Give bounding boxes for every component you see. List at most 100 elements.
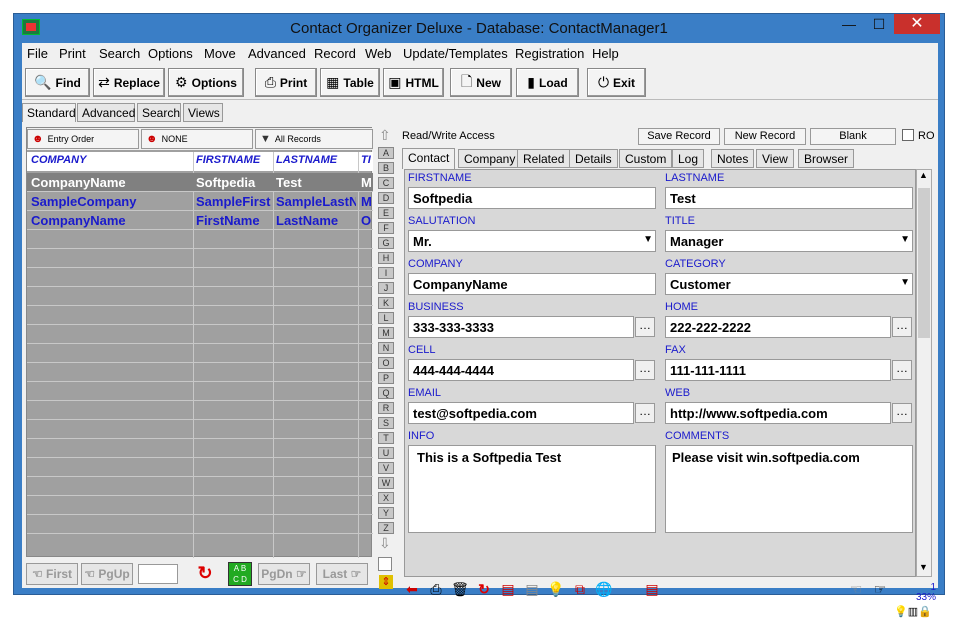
menu-registration[interactable]: Registration	[515, 46, 584, 61]
tab-search[interactable]: Search	[137, 103, 181, 122]
salutation-select[interactable]: Mr. ▼	[408, 230, 656, 252]
options-button[interactable]: ⚙ Options	[168, 68, 244, 97]
alpha-letter-o[interactable]: O	[378, 357, 394, 369]
menu-options[interactable]: Options	[148, 46, 193, 61]
hand-left-icon[interactable]: ☜	[846, 581, 866, 601]
minimize-button[interactable]: —	[834, 14, 864, 34]
menu-update-templates[interactable]: Update/Templates	[403, 46, 508, 61]
tab-standard[interactable]: Standard	[22, 103, 76, 122]
load-button[interactable]: ▮ Load	[516, 68, 579, 97]
alpha-letter-u[interactable]: U	[378, 447, 394, 459]
menu-web[interactable]: Web	[365, 46, 392, 61]
abc-index-icon[interactable]: A BC D	[228, 562, 252, 586]
trash-icon[interactable]: 🗑	[450, 581, 470, 601]
table-row[interactable]: CompanyName FirstName LastName O	[27, 211, 373, 230]
new-button[interactable]: 🗋 New	[450, 68, 512, 97]
scroll-up-arrow-icon[interactable]: ⇧	[379, 127, 391, 144]
menu-help[interactable]: Help	[592, 46, 619, 61]
column-header-company[interactable]: COMPANY	[31, 154, 86, 166]
fax-ellipsis-button[interactable]: …	[892, 360, 912, 380]
column-header-firstname[interactable]: FIRSTNAME	[196, 154, 260, 166]
alpha-letter-g[interactable]: G	[378, 237, 394, 249]
alpha-letter-x[interactable]: X	[378, 492, 394, 504]
alpha-letter-m[interactable]: M	[378, 327, 394, 339]
alpha-letter-k[interactable]: K	[378, 297, 394, 309]
filter-all-records-button[interactable]: ▼ All Records	[255, 129, 373, 149]
close-button[interactable]: ✕	[894, 14, 940, 34]
scroll-up-icon[interactable]: ▲	[919, 170, 928, 180]
export-icon[interactable]: ▤	[642, 581, 662, 601]
scroll-down-arrow-icon[interactable]: ⇩	[379, 535, 391, 552]
alpha-letter-s[interactable]: S	[378, 417, 394, 429]
sort-none-button[interactable]: ☻ NONE	[141, 129, 253, 149]
company-field[interactable]: CompanyName	[408, 273, 656, 295]
home-phone-field[interactable]: 222-222-2222	[665, 316, 891, 338]
menu-search[interactable]: Search	[99, 46, 140, 61]
alpha-letter-i[interactable]: I	[378, 267, 394, 279]
menu-file[interactable]: File	[27, 46, 48, 61]
menu-move[interactable]: Move	[204, 46, 236, 61]
last-button[interactable]: Last ☞	[316, 563, 368, 585]
alpha-letter-z[interactable]: Z	[378, 522, 394, 534]
cell-phone-field[interactable]: 444-444-4444	[408, 359, 634, 381]
alpha-letter-b[interactable]: B	[378, 162, 394, 174]
exit-button[interactable]: ⏻ Exit	[587, 68, 646, 97]
splitter-icon[interactable]: ⇕	[379, 575, 393, 589]
lastname-field[interactable]: Test	[665, 187, 913, 209]
scroll-down-icon[interactable]: ▼	[919, 562, 928, 572]
refresh-icon[interactable]: ↻	[474, 581, 494, 601]
business-ellipsis-button[interactable]: …	[635, 317, 655, 337]
pgup-button[interactable]: ☜ PgUp	[81, 563, 133, 585]
form-scrollbar[interactable]: ▲ ▼	[916, 169, 932, 577]
fax-field[interactable]: 111-111-1111	[665, 359, 891, 381]
home-ellipsis-button[interactable]: …	[892, 317, 912, 337]
cell-ellipsis-button[interactable]: …	[635, 360, 655, 380]
sort-entry-order-button[interactable]: ☻ Entry Order	[27, 129, 139, 149]
alpha-letter-w[interactable]: W	[378, 477, 394, 489]
alpha-letter-n[interactable]: N	[378, 342, 394, 354]
tab-browser[interactable]: Browser	[798, 149, 855, 168]
alpha-letter-q[interactable]: Q	[378, 387, 394, 399]
alpha-letter-a[interactable]: A	[378, 147, 394, 159]
alpha-letter-r[interactable]: R	[378, 402, 394, 414]
new-record-button[interactable]: New Record	[724, 128, 806, 145]
category-select[interactable]: Customer ▼	[665, 273, 913, 295]
back-arrow-icon[interactable]: ⬅	[402, 581, 422, 601]
table-button[interactable]: ▦ Table	[320, 68, 380, 97]
tab-view[interactable]: View	[756, 149, 794, 168]
info-textarea[interactable]: This is a Softpedia Test	[408, 445, 656, 533]
table-row[interactable]: CompanyName Softpedia Test M	[27, 173, 373, 192]
web-ellipsis-button[interactable]: …	[892, 403, 912, 423]
tab-related[interactable]: Related	[517, 149, 571, 168]
tab-views[interactable]: Views	[183, 103, 223, 122]
email-ellipsis-button[interactable]: …	[635, 403, 655, 423]
alpha-letter-d[interactable]: D	[378, 192, 394, 204]
save-record-button[interactable]: Save Record	[638, 128, 720, 145]
maximize-button[interactable]: ☐	[864, 14, 894, 34]
alpha-letter-c[interactable]: C	[378, 177, 394, 189]
replace-button[interactable]: ⇄ Replace	[93, 68, 165, 97]
comments-textarea[interactable]: Please visit win.softpedia.com	[665, 445, 913, 533]
alpha-letter-h[interactable]: H	[378, 252, 394, 264]
tab-notes[interactable]: Notes	[711, 149, 755, 168]
tab-custom[interactable]: Custom	[619, 149, 673, 168]
alpha-letter-v[interactable]: V	[378, 462, 394, 474]
find-button[interactable]: 🔍 Find	[25, 68, 90, 97]
menu-record[interactable]: Record	[314, 46, 356, 61]
alpha-letter-e[interactable]: E	[378, 207, 394, 219]
tab-advanced[interactable]: Advanced	[77, 103, 135, 122]
firstname-field[interactable]: Softpedia	[408, 187, 656, 209]
hand-right-icon[interactable]: ☞	[870, 581, 890, 601]
column-header-lastname[interactable]: LASTNAME	[276, 154, 337, 166]
globe-icon[interactable]: 🌐	[594, 581, 614, 601]
tab-company[interactable]: Company	[458, 149, 522, 168]
record-number-input[interactable]	[138, 564, 178, 584]
table-row[interactable]: SampleCompany SampleFirst SampleLastN M	[27, 192, 373, 211]
printer-icon[interactable]: ⎙	[426, 581, 446, 601]
column-header-title[interactable]: TI	[361, 154, 371, 166]
duplicate-icon[interactable]: ⧉	[570, 581, 590, 601]
refresh-icon[interactable]: ↻	[194, 563, 216, 585]
blank-button[interactable]: Blank	[810, 128, 896, 145]
alpha-letter-y[interactable]: Y	[378, 507, 394, 519]
alpha-letter-l[interactable]: L	[378, 312, 394, 324]
